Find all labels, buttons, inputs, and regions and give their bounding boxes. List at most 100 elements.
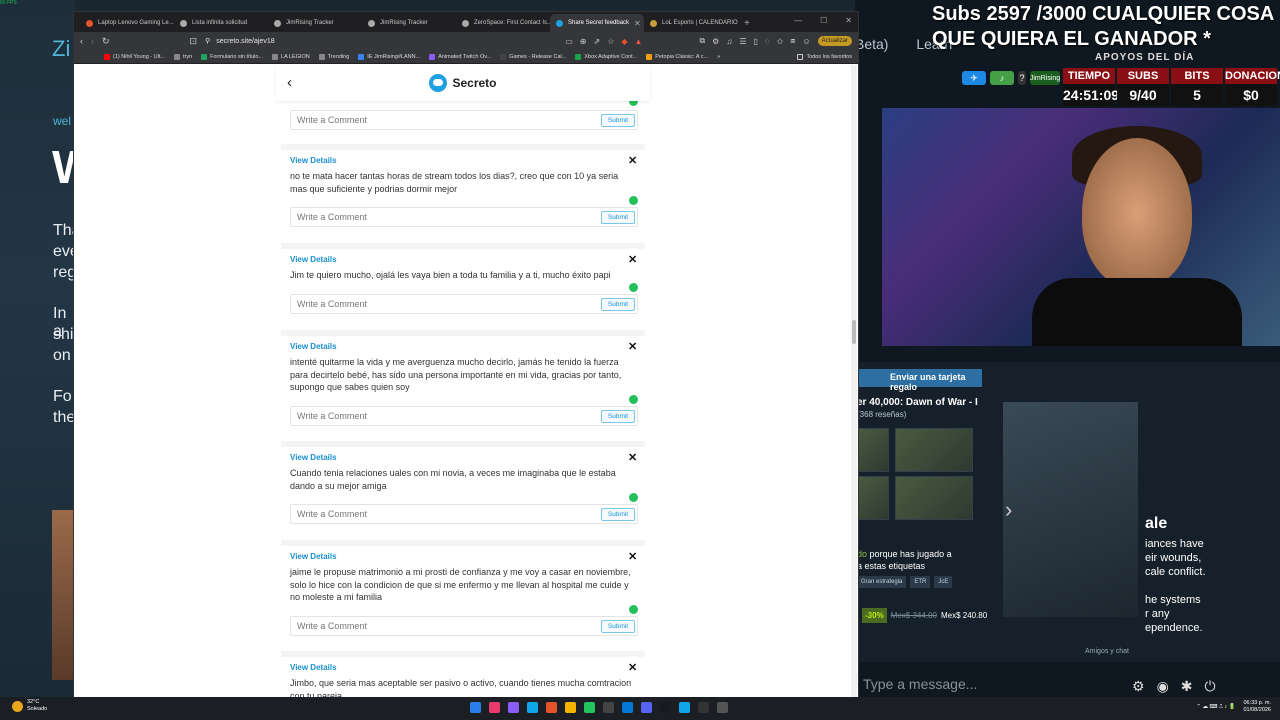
extensions-icon[interactable]: ⧉ <box>699 36 705 46</box>
edge-icon[interactable] <box>622 702 633 713</box>
whatsapp-share-icon[interactable] <box>629 282 638 292</box>
game-screenshot[interactable] <box>895 428 973 472</box>
share-icon[interactable]: ⇗ <box>594 37 601 46</box>
bookmark-icon[interactable]: ⊡ <box>190 36 198 47</box>
browser-tab[interactable]: Laptop Lenovo Gaming Le... <box>80 14 174 32</box>
screen-icon[interactable]: ▭ <box>565 37 573 46</box>
bookmark-item[interactable]: Trending <box>318 53 349 60</box>
new-tab-button[interactable]: + <box>744 18 750 29</box>
maximize-icon[interactable]: ☐ <box>820 16 827 25</box>
power-icon[interactable]: ⏻ <box>1205 678 1216 695</box>
whatsapp-share-icon[interactable] <box>629 604 638 614</box>
bookmark-item[interactable]: tryn <box>173 53 192 60</box>
bookmark-item[interactable]: Xbox Adaptive Cont... <box>575 53 637 60</box>
copilot-icon[interactable]: ◌ <box>765 37 770 46</box>
forward-icon[interactable]: › <box>91 36 94 46</box>
bug-icon[interactable]: ✱ <box>1181 678 1193 695</box>
back-icon[interactable]: ‹ <box>80 36 83 46</box>
reload-icon[interactable]: ↻ <box>102 36 110 47</box>
close-icon[interactable]: ✕ <box>628 451 637 464</box>
game-screenshot[interactable] <box>857 428 889 472</box>
close-icon[interactable]: ✕ <box>628 550 637 563</box>
submit-button[interactable]: Submit <box>601 297 635 311</box>
browser-tab[interactable]: JimRising Tracker <box>362 14 456 32</box>
app-icon[interactable] <box>527 702 538 713</box>
gear-icon[interactable]: ⚙ <box>1132 678 1145 695</box>
close-icon[interactable]: ✕ <box>628 340 637 353</box>
whatsapp-share-icon[interactable] <box>629 493 638 502</box>
whatsapp-share-icon[interactable] <box>629 196 638 205</box>
submit-button[interactable]: Submit <box>601 211 635 224</box>
comment-input[interactable] <box>291 208 591 226</box>
submit-button[interactable]: Submit <box>601 508 635 521</box>
alert-icon[interactable]: ▲ <box>635 37 643 46</box>
browser-tab[interactable]: LoL Esports | CALENDARIO <box>644 14 738 32</box>
comment-input[interactable] <box>291 616 591 635</box>
game-screenshot[interactable] <box>857 476 889 520</box>
submit-button[interactable]: Submit <box>601 619 635 633</box>
folder-icon[interactable] <box>565 702 576 713</box>
app-icon[interactable] <box>717 702 728 713</box>
minimize-icon[interactable]: — <box>794 16 802 25</box>
view-details-link[interactable]: View Details <box>290 255 337 264</box>
chat-input[interactable]: Type a message... <box>863 676 1113 692</box>
url-field[interactable]: ⚲ secreto.site/ajev18 <box>205 37 535 46</box>
tray-icons[interactable]: ⌃ ☁ ⌨ ⎍ ♪ 🔋 <box>1196 704 1235 711</box>
weather-widget[interactable]: 32°C Soleado <box>12 699 47 713</box>
app-icon[interactable] <box>679 702 690 713</box>
close-icon[interactable]: ✕ <box>628 154 637 167</box>
app-icon[interactable] <box>584 702 595 713</box>
game-tag[interactable]: Gran estrategia <box>857 576 907 588</box>
steam-icon[interactable] <box>660 702 671 713</box>
favorites-icon[interactable]: ✩ <box>777 37 784 46</box>
view-details-link[interactable]: View Details <box>290 342 337 351</box>
close-icon[interactable]: ✕ <box>628 661 637 674</box>
bookmark-item[interactable]: Games - Release Cal... <box>500 53 566 60</box>
browser-tab[interactable]: ZeroSpace: First Contact Is... <box>456 14 550 32</box>
friends-chat-link[interactable]: Amigos y chat <box>1085 648 1129 655</box>
url-text[interactable]: secreto.site/ajev18 <box>216 38 274 45</box>
game-tag[interactable]: ETR <box>910 576 931 588</box>
browser-tab[interactable]: JimRising Tracker <box>268 14 362 32</box>
view-details-link[interactable]: View Details <box>290 156 337 165</box>
bookmark-item[interactable]: Formulario sin título... <box>201 53 263 60</box>
brave-icon[interactable] <box>546 702 557 713</box>
zoom-icon[interactable]: ⊕ <box>580 37 587 46</box>
app-icon[interactable] <box>508 702 519 713</box>
star-icon[interactable]: ☆ <box>607 37 614 46</box>
discord-icon[interactable] <box>641 702 652 713</box>
chevron-right-icon[interactable]: › <box>1005 497 1012 523</box>
bookmark-item[interactable]: (1) Nihil Young - Ult... <box>104 53 165 60</box>
close-tab-icon[interactable]: ✕ <box>634 19 641 28</box>
browser-tab[interactable]: Share Secret feedback ✕ <box>550 14 644 32</box>
app-icon[interactable] <box>603 702 614 713</box>
brave-shield-icon[interactable]: ◆ <box>621 37 627 46</box>
bookmark-item[interactable]: Animated Twitch Ov... <box>429 53 491 60</box>
bookmark-item[interactable]: IE JimRising#LANN... <box>358 53 420 60</box>
view-details-link[interactable]: View Details <box>290 453 337 462</box>
view-details-link[interactable]: View Details <box>290 663 337 672</box>
settings-icon[interactable]: ⚙ <box>712 37 719 46</box>
game-screenshot[interactable] <box>895 476 973 520</box>
comment-input[interactable] <box>291 294 591 313</box>
close-window-icon[interactable]: ✕ <box>845 16 852 25</box>
all-favorites-folder[interactable]: Todos los favoritos <box>797 53 852 60</box>
game-tag[interactable]: JcE <box>934 576 953 588</box>
more-bookmarks-icon[interactable]: » <box>717 54 720 60</box>
sidebar-icon[interactable]: ▯ <box>754 37 758 46</box>
submit-button[interactable]: Submit <box>601 114 635 127</box>
bookmark-item[interactable]: Petopia Classic: A c... <box>646 53 708 60</box>
comment-input[interactable] <box>291 406 591 425</box>
reader-icon[interactable]: ☰ <box>739 37 746 46</box>
gift-card-button[interactable]: Enviar una tarjeta regalo <box>855 369 982 392</box>
scrollbar-thumb[interactable] <box>852 320 856 344</box>
submit-button[interactable]: Submit <box>601 409 635 423</box>
site-info-icon[interactable]: ⚲ <box>205 37 210 45</box>
update-button[interactable]: Actualizar <box>817 36 852 46</box>
obs-icon[interactable] <box>698 702 709 713</box>
music-icon[interactable]: ♫ <box>726 37 732 46</box>
view-details-link[interactable]: View Details <box>290 552 337 561</box>
page-scrollbar[interactable] <box>851 65 857 706</box>
discord-icon[interactable]: ◉ <box>1157 678 1169 695</box>
bookmark-item[interactable]: LA LEGION <box>272 53 310 60</box>
